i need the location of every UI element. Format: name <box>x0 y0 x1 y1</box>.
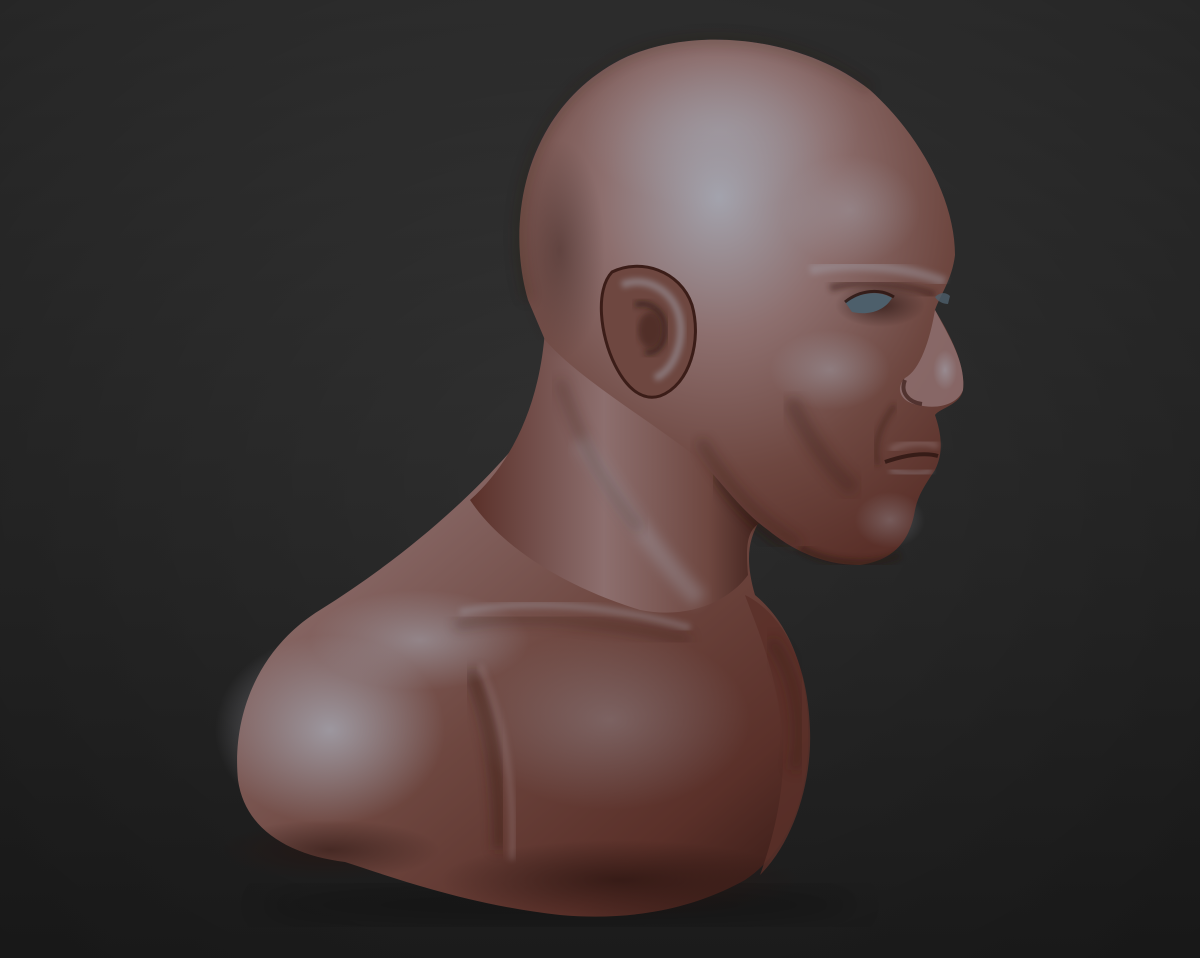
sculpt-viewport[interactable] <box>0 0 1200 958</box>
bust-render <box>0 0 1200 958</box>
